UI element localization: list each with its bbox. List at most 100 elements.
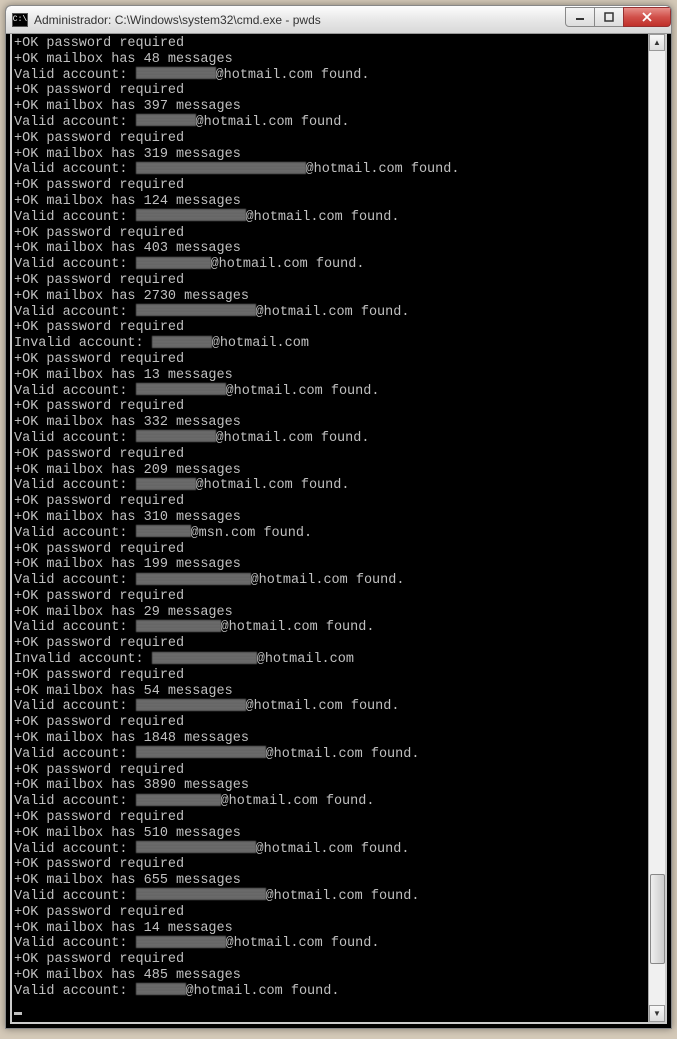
terminal-line: +OK mailbox has 319 messages	[14, 147, 648, 163]
terminal-line: +OK mailbox has 54 messages	[14, 684, 648, 700]
terminal-line: Valid account: @hotmail.com found.	[14, 747, 648, 763]
terminal-line: +OK password required	[14, 905, 648, 921]
terminal-line: +OK mailbox has 397 messages	[14, 99, 648, 115]
redacted-username	[136, 257, 211, 269]
terminal-line: Valid account: @hotmail.com found.	[14, 936, 648, 952]
terminal-line: +OK mailbox has 29 messages	[14, 605, 648, 621]
terminal-line: +OK mailbox has 13 messages	[14, 368, 648, 384]
scroll-thumb[interactable]	[650, 874, 665, 964]
terminal-line: +OK mailbox has 124 messages	[14, 194, 648, 210]
redacted-username	[136, 746, 266, 758]
redacted-username	[136, 699, 246, 711]
terminal-line: +OK password required	[14, 542, 648, 558]
cmd-window: C:\ Administrador: C:\Windows\system32\c…	[5, 5, 672, 1029]
cmd-icon: C:\	[12, 13, 28, 27]
redacted-username	[152, 336, 212, 348]
terminal-line: +OK mailbox has 510 messages	[14, 826, 648, 842]
terminal-line: Invalid account: @hotmail.com	[14, 336, 648, 352]
redacted-username	[136, 67, 216, 79]
terminal-line: Valid account: @hotmail.com found.	[14, 620, 648, 636]
terminal-line: +OK password required	[14, 715, 648, 731]
terminal-line: +OK mailbox has 403 messages	[14, 241, 648, 257]
redacted-username	[152, 652, 257, 664]
terminal-line: +OK password required	[14, 320, 648, 336]
terminal-line: Valid account: @hotmail.com found.	[14, 573, 648, 589]
terminal-line: +OK password required	[14, 952, 648, 968]
terminal-line: +OK password required	[14, 352, 648, 368]
terminal-line: +OK password required	[14, 636, 648, 652]
window-title: Administrador: C:\Windows\system32\cmd.e…	[34, 13, 566, 27]
redacted-username	[136, 525, 191, 537]
minimize-button[interactable]	[565, 7, 595, 27]
terminal-line: +OK password required	[14, 36, 648, 52]
terminal-line: +OK password required	[14, 447, 648, 463]
terminal-line: +OK password required	[14, 178, 648, 194]
terminal-container: +OK password required+OK mailbox has 48 …	[10, 34, 667, 1024]
terminal-line: +OK mailbox has 1848 messages	[14, 731, 648, 747]
terminal-line: +OK mailbox has 485 messages	[14, 968, 648, 984]
maximize-button[interactable]	[594, 7, 624, 27]
text-cursor	[14, 1012, 22, 1015]
terminal-output[interactable]: +OK password required+OK mailbox has 48 …	[12, 34, 648, 1022]
redacted-username	[136, 209, 246, 221]
terminal-line: Valid account: @hotmail.com found.	[14, 384, 648, 400]
terminal-line: Valid account: @hotmail.com found.	[14, 257, 648, 273]
terminal-line: +OK password required	[14, 857, 648, 873]
terminal-line: Valid account: @msn.com found.	[14, 526, 648, 542]
terminal-line: Valid account: @hotmail.com found.	[14, 431, 648, 447]
terminal-line: Valid account: @hotmail.com found.	[14, 162, 648, 178]
titlebar[interactable]: C:\ Administrador: C:\Windows\system32\c…	[6, 6, 671, 34]
terminal-line: +OK password required	[14, 226, 648, 242]
terminal-line: +OK password required	[14, 399, 648, 415]
terminal-line: Valid account: @hotmail.com found.	[14, 842, 648, 858]
terminal-line: Valid account: @hotmail.com found.	[14, 478, 648, 494]
redacted-username	[136, 620, 221, 632]
maximize-icon	[604, 12, 614, 22]
redacted-username	[136, 430, 216, 442]
terminal-line: +OK mailbox has 209 messages	[14, 463, 648, 479]
terminal-line: +OK password required	[14, 810, 648, 826]
redacted-username	[136, 841, 256, 853]
terminal-line: +OK mailbox has 48 messages	[14, 52, 648, 68]
close-icon	[641, 11, 653, 23]
terminal-line: +OK mailbox has 2730 messages	[14, 289, 648, 305]
terminal-line: Valid account: @hotmail.com found.	[14, 794, 648, 810]
terminal-line: +OK mailbox has 310 messages	[14, 510, 648, 526]
terminal-line: Valid account: @hotmail.com found.	[14, 305, 648, 321]
terminal-line: Valid account: @hotmail.com found.	[14, 889, 648, 905]
scroll-down-button[interactable]: ▼	[649, 1005, 665, 1022]
redacted-username	[136, 162, 306, 174]
redacted-username	[136, 888, 266, 900]
close-button[interactable]	[623, 7, 671, 27]
terminal-line: +OK mailbox has 655 messages	[14, 873, 648, 889]
terminal-line: Valid account: @hotmail.com found.	[14, 210, 648, 226]
terminal-line: +OK password required	[14, 131, 648, 147]
vertical-scrollbar[interactable]: ▲ ▼	[648, 34, 665, 1022]
terminal-line: +OK password required	[14, 494, 648, 510]
redacted-username	[136, 936, 226, 948]
terminal-line: Invalid account: @hotmail.com	[14, 652, 648, 668]
redacted-username	[136, 794, 221, 806]
terminal-line: +OK password required	[14, 589, 648, 605]
terminal-line: Valid account: @hotmail.com found.	[14, 984, 648, 1000]
terminal-line: +OK mailbox has 332 messages	[14, 415, 648, 431]
scroll-up-button[interactable]: ▲	[649, 34, 665, 51]
terminal-line: +OK mailbox has 14 messages	[14, 921, 648, 937]
redacted-username	[136, 983, 186, 995]
cursor-line	[14, 1000, 648, 1016]
redacted-username	[136, 478, 196, 490]
terminal-line: +OK mailbox has 3890 messages	[14, 778, 648, 794]
redacted-username	[136, 114, 196, 126]
minimize-icon	[575, 12, 585, 22]
redacted-username	[136, 383, 226, 395]
terminal-line: +OK password required	[14, 763, 648, 779]
redacted-username	[136, 304, 256, 316]
terminal-line: +OK password required	[14, 83, 648, 99]
window-controls	[566, 7, 671, 27]
terminal-line: +OK password required	[14, 273, 648, 289]
terminal-line: Valid account: @hotmail.com found.	[14, 68, 648, 84]
redacted-username	[136, 573, 251, 585]
terminal-line: Valid account: @hotmail.com found.	[14, 699, 648, 715]
terminal-line: +OK mailbox has 199 messages	[14, 557, 648, 573]
terminal-line: +OK password required	[14, 668, 648, 684]
